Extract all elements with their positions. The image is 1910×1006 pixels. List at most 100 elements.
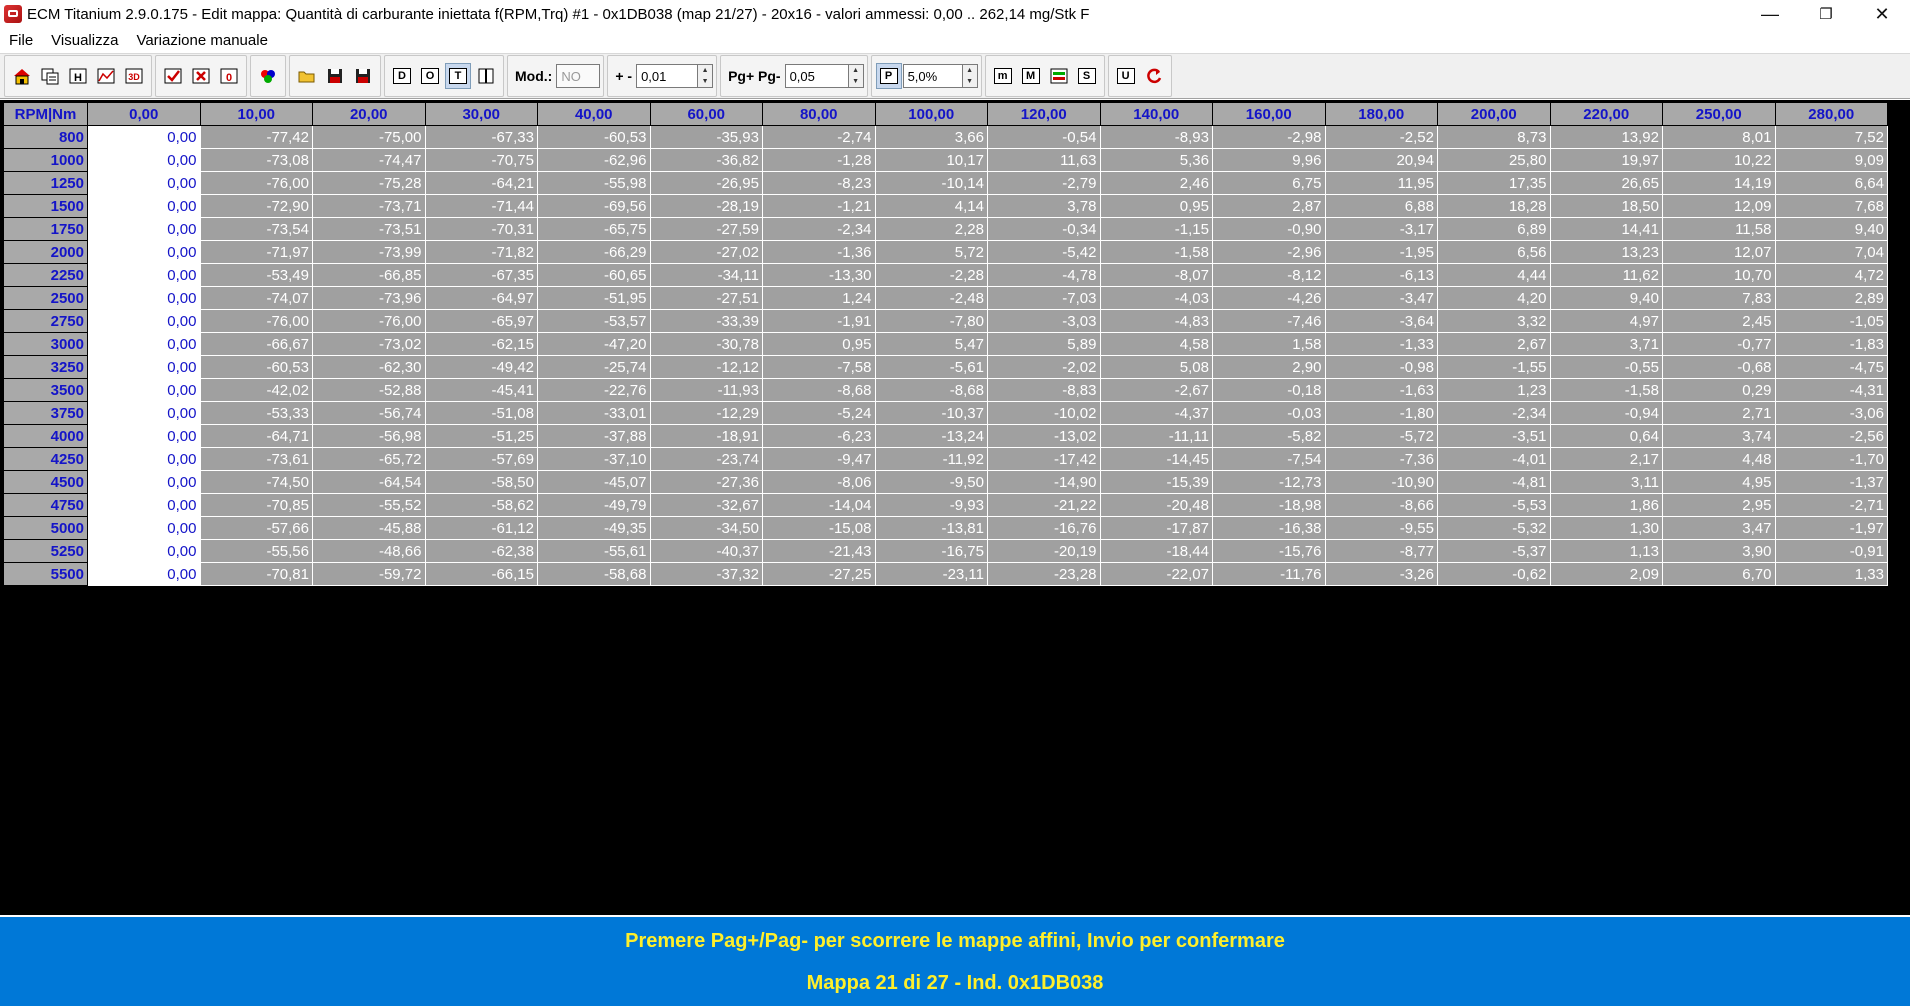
map-cell[interactable]: -73,71 xyxy=(312,194,426,218)
map-cell[interactable]: 0,00 xyxy=(87,194,201,218)
map-cell[interactable]: -57,66 xyxy=(199,516,313,540)
map-cell[interactable]: -4,37 xyxy=(1099,401,1213,425)
map-cell[interactable]: 6,64 xyxy=(1774,171,1888,195)
map-cell[interactable]: -5,61 xyxy=(874,355,988,379)
spin-up-icon[interactable]: ▲ xyxy=(849,65,863,76)
map-cell[interactable]: -18,44 xyxy=(1099,539,1213,563)
close-button[interactable]: ✕ xyxy=(1854,0,1910,28)
map-cell[interactable]: 0,00 xyxy=(87,125,201,149)
map-cell[interactable]: -66,29 xyxy=(537,240,651,264)
spin-up-icon[interactable]: ▲ xyxy=(698,65,712,76)
map-cell[interactable]: -0,62 xyxy=(1437,562,1551,586)
map-cell[interactable]: -0,54 xyxy=(987,125,1101,149)
map-cell[interactable]: -4,26 xyxy=(1212,286,1326,310)
map-cell[interactable]: -56,74 xyxy=(312,401,426,425)
undo-map-icon[interactable] xyxy=(188,63,214,89)
map-cell[interactable]: -28,19 xyxy=(649,194,763,218)
map-cell[interactable]: -67,35 xyxy=(424,263,538,287)
map-cell[interactable]: 1,13 xyxy=(1549,539,1663,563)
map-cell[interactable]: -27,51 xyxy=(649,286,763,310)
map-cell[interactable]: 2,09 xyxy=(1549,562,1663,586)
map-cell[interactable]: 0,00 xyxy=(87,263,201,287)
map-cell[interactable]: 6,70 xyxy=(1662,562,1776,586)
map-cell[interactable]: 0,00 xyxy=(87,148,201,172)
map-cell[interactable]: -64,21 xyxy=(424,171,538,195)
map-cell[interactable]: -22,07 xyxy=(1099,562,1213,586)
map-cell[interactable]: 2,28 xyxy=(874,217,988,241)
map-cell[interactable]: -8,23 xyxy=(762,171,876,195)
map-cell[interactable]: -27,25 xyxy=(762,562,876,586)
map-cell[interactable]: 0,00 xyxy=(87,355,201,379)
map-cell[interactable]: -75,00 xyxy=(312,125,426,149)
map-cell[interactable]: 18,50 xyxy=(1549,194,1663,218)
map-cell[interactable]: -70,85 xyxy=(199,493,313,517)
map-cell[interactable]: 5,08 xyxy=(1099,355,1213,379)
map-cell[interactable]: -64,71 xyxy=(199,424,313,448)
map-cell[interactable]: 2,95 xyxy=(1662,493,1776,517)
map-cell[interactable]: -16,76 xyxy=(987,516,1101,540)
map-cell[interactable]: 0,64 xyxy=(1549,424,1663,448)
map-cell[interactable]: 1,24 xyxy=(762,286,876,310)
map-cell[interactable]: -0,68 xyxy=(1662,355,1776,379)
map-cell[interactable]: -14,90 xyxy=(987,470,1101,494)
map-cell[interactable]: -4,78 xyxy=(987,263,1101,287)
map-cell[interactable]: -60,53 xyxy=(199,355,313,379)
map-cell[interactable]: -66,15 xyxy=(424,562,538,586)
spin-down-icon[interactable]: ▼ xyxy=(963,76,977,87)
map-cell[interactable]: -3,47 xyxy=(1324,286,1438,310)
map-cell[interactable]: 7,52 xyxy=(1774,125,1888,149)
map-cell[interactable]: 3,11 xyxy=(1549,470,1663,494)
map-cell[interactable]: 2,46 xyxy=(1099,171,1213,195)
map-cell[interactable]: 0,29 xyxy=(1662,378,1776,402)
map-cell[interactable]: -45,41 xyxy=(424,378,538,402)
map-cell[interactable]: -73,99 xyxy=(312,240,426,264)
map-cell[interactable]: 13,92 xyxy=(1549,125,1663,149)
map-cell[interactable]: -17,87 xyxy=(1099,516,1213,540)
map-cell[interactable]: -6,13 xyxy=(1324,263,1438,287)
menu-visualizza[interactable]: Visualizza xyxy=(42,32,127,49)
map-cell[interactable]: -5,32 xyxy=(1437,516,1551,540)
map-cell[interactable]: -60,65 xyxy=(537,263,651,287)
hex-view-icon[interactable]: H xyxy=(65,63,91,89)
map-cell[interactable]: 9,96 xyxy=(1212,148,1326,172)
map-cell[interactable]: 13,23 xyxy=(1549,240,1663,264)
map-cell[interactable]: 5,47 xyxy=(874,332,988,356)
map-cell[interactable]: 0,95 xyxy=(1099,194,1213,218)
map-cell[interactable]: -21,22 xyxy=(987,493,1101,517)
map-cell[interactable]: 1,23 xyxy=(1437,378,1551,402)
map-cell[interactable]: -1,70 xyxy=(1774,447,1888,471)
map-cell[interactable]: 6,88 xyxy=(1324,194,1438,218)
map-cell[interactable]: -0,90 xyxy=(1212,217,1326,241)
map-cell[interactable]: -72,90 xyxy=(199,194,313,218)
map-cell[interactable]: -67,33 xyxy=(424,125,538,149)
map-cell[interactable]: -3,64 xyxy=(1324,309,1438,333)
map-cell[interactable]: -14,45 xyxy=(1099,447,1213,471)
step-spinner[interactable]: ▲ ▼ xyxy=(698,64,714,88)
map-cell[interactable]: 0,00 xyxy=(87,240,201,264)
map-cell[interactable]: 5,36 xyxy=(1099,148,1213,172)
map-cell[interactable]: -62,15 xyxy=(424,332,538,356)
map-cell[interactable]: -73,02 xyxy=(312,332,426,356)
map-cell[interactable]: -13,30 xyxy=(762,263,876,287)
map-cell[interactable]: -27,36 xyxy=(649,470,763,494)
map-cell[interactable]: -53,49 xyxy=(199,263,313,287)
map-cell[interactable]: -2,56 xyxy=(1774,424,1888,448)
map-cell[interactable]: -55,61 xyxy=(537,539,651,563)
map-cell[interactable]: -2,02 xyxy=(987,355,1101,379)
map-cell[interactable]: -9,47 xyxy=(762,447,876,471)
save-as-icon[interactable] xyxy=(350,63,376,89)
map-cell[interactable]: -7,46 xyxy=(1212,309,1326,333)
home-icon[interactable] xyxy=(9,63,35,89)
map-cell[interactable]: -45,88 xyxy=(312,516,426,540)
map-cell[interactable]: -53,57 xyxy=(537,309,651,333)
map-cell[interactable]: -11,92 xyxy=(874,447,988,471)
map-cell[interactable]: -3,51 xyxy=(1437,424,1551,448)
map-cell[interactable]: 11,95 xyxy=(1324,171,1438,195)
map-cell[interactable]: -8,12 xyxy=(1212,263,1326,287)
map-cell[interactable]: -10,14 xyxy=(874,171,988,195)
map-cell[interactable]: -56,98 xyxy=(312,424,426,448)
map-cell[interactable]: 4,20 xyxy=(1437,286,1551,310)
map-cell[interactable]: -20,19 xyxy=(987,539,1101,563)
map-cell[interactable]: -7,54 xyxy=(1212,447,1326,471)
map-cell[interactable]: -64,54 xyxy=(312,470,426,494)
